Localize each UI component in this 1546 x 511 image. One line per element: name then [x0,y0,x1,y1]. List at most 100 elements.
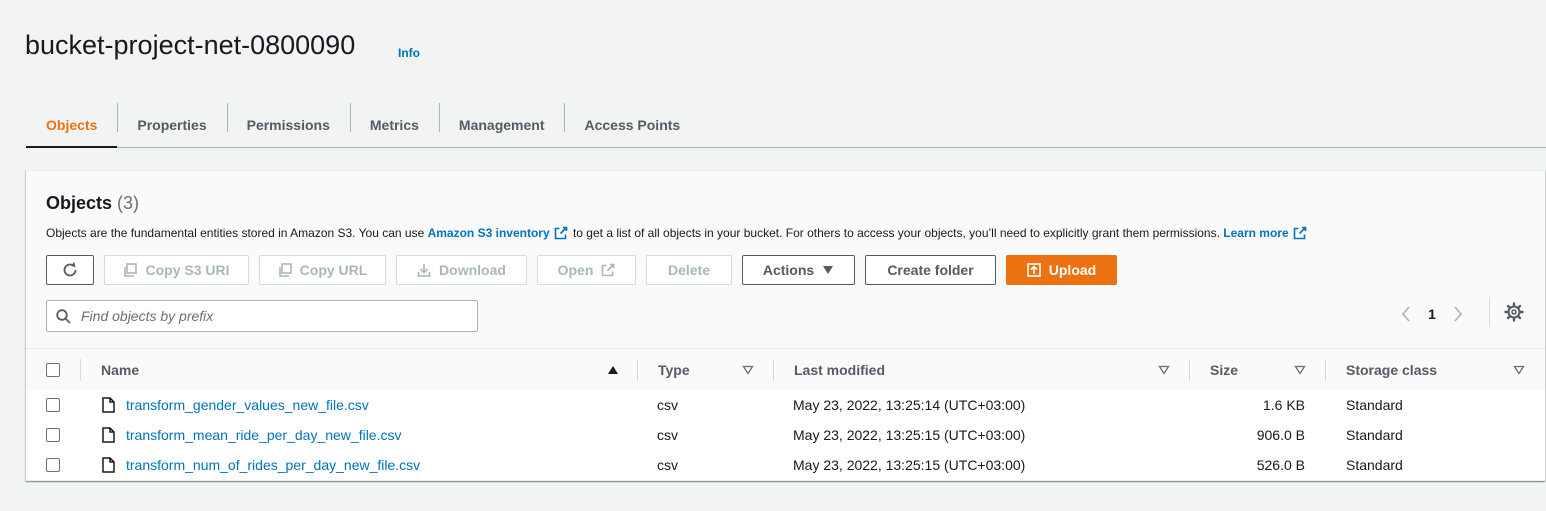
tab-access-points[interactable]: Access Points [564,102,700,147]
tab-permissions[interactable]: Permissions [226,102,350,147]
table-row: transform_mean_ride_per_day_new_file.csv… [26,420,1545,451]
file-icon [102,457,115,473]
info-link[interactable]: Info [398,46,420,60]
object-link[interactable]: transform_num_of_rides_per_day_new_file.… [126,457,420,473]
object-size: 906.0 B [1256,427,1305,443]
table-row: transform_gender_values_new_file.csv csv… [26,390,1545,421]
refresh-icon [63,262,77,277]
column-header-storage-class[interactable]: Storage class [1346,349,1437,391]
upload-button[interactable]: Upload [1006,255,1117,285]
sort-icon[interactable] [1158,365,1170,375]
object-type: csv [657,397,678,413]
column-divider [637,359,638,381]
objects-title-text: Objects [46,193,113,213]
search-input[interactable] [79,307,463,325]
column-header-name[interactable]: Name [101,349,139,391]
upload-label: Upload [1048,262,1097,278]
column-header-type[interactable]: Type [658,349,690,391]
tab-properties[interactable]: Properties [117,102,226,147]
object-name: transform_num_of_rides_per_day_new_file.… [126,450,420,480]
actions-label: Actions [762,262,815,278]
gear-icon [1504,302,1524,322]
tab-management[interactable]: Management [438,102,565,147]
refresh-button[interactable] [46,255,94,285]
object-storage-class: Standard [1346,427,1403,443]
external-link-icon [554,226,567,240]
objects-panel: Objects (3) Objects are the fundamental … [26,170,1545,481]
object-storage-class: Standard [1346,457,1403,473]
tab-objects[interactable]: Objects [26,102,118,148]
sort-icon[interactable] [742,365,754,375]
open-label: Open [557,262,594,278]
objects-count: (3) [117,193,140,213]
copy-url-button[interactable]: Copy URL [259,255,386,285]
object-size: 526.0 B [1256,457,1305,473]
description-text-1: Objects are the fundamental entities sto… [46,226,425,240]
object-type: csv [657,427,678,443]
next-page-button[interactable] [1448,302,1468,326]
download-icon [417,264,431,277]
table-row: transform_num_of_rides_per_day_new_file.… [26,450,1545,481]
objects-description: Objects are the fundamental entities sto… [46,226,1309,240]
learn-more-link[interactable]: Learn more [1223,226,1288,240]
object-size: 1.6 KB [1262,397,1305,413]
row-checkbox[interactable] [46,458,60,472]
row-checkbox[interactable] [46,428,60,442]
column-divider [1189,359,1190,381]
tab-metrics[interactable]: Metrics [349,102,439,147]
object-name: transform_gender_values_new_file.csv [126,390,369,420]
bucket-title: bucket-project-net-0800090 [25,30,356,60]
object-last-modified: May 23, 2022, 13:25:14 (UTC+03:00) [793,397,1026,413]
amazon-s3-inventory-link[interactable]: Amazon S3 inventory [428,226,550,240]
download-label: Download [439,262,506,278]
open-button[interactable]: Open [537,255,636,285]
sort-icon[interactable] [1294,365,1306,375]
sort-icon[interactable] [1513,365,1525,375]
actions-dropdown-button[interactable]: Actions [742,255,855,285]
file-icon [102,427,115,443]
external-link-icon [602,263,615,277]
upload-icon [1026,263,1041,277]
search-icon [56,308,71,324]
download-button[interactable]: Download [396,255,527,285]
table-header: Name Type Last modified Size Storage cla… [26,348,1545,392]
row-checkbox[interactable] [46,398,60,412]
bucket-tabs: Objects Properties Permissions Metrics M… [26,102,1546,148]
previous-page-button[interactable] [1396,302,1416,326]
page-number[interactable]: 1 [1424,306,1440,322]
object-last-modified: May 23, 2022, 13:25:15 (UTC+03:00) [793,457,1026,473]
chevron-left-icon [1401,306,1410,322]
copy-s3-uri-button[interactable]: Copy S3 URI [104,255,249,285]
preferences-button[interactable] [1504,302,1524,327]
copy-url-label: Copy URL [299,262,368,278]
column-divider [773,359,774,381]
objects-panel-title: Objects (3) [46,193,139,214]
caret-down-icon [823,266,834,274]
pager-divider [1489,297,1490,327]
object-last-modified: May 23, 2022, 13:25:15 (UTC+03:00) [793,427,1026,443]
delete-label: Delete [667,262,711,278]
copy-icon [278,263,292,277]
copy-s3-uri-label: Copy S3 URI [145,262,230,278]
external-link-icon [1293,226,1306,240]
object-storage-class: Standard [1346,397,1403,413]
pagination: 1 [1396,302,1468,326]
description-text-2: to get a list of all objects in your buc… [572,226,1220,240]
copy-icon [124,263,138,277]
search-box [46,300,478,332]
select-all-checkbox[interactable] [46,363,60,377]
sort-ascending-icon[interactable] [607,365,619,375]
object-name: transform_mean_ride_per_day_new_file.csv [126,420,401,450]
create-folder-button[interactable]: Create folder [865,255,996,285]
chevron-right-icon [1454,306,1463,322]
column-divider [1325,359,1326,381]
column-header-size[interactable]: Size [1210,349,1238,391]
delete-button[interactable]: Delete [646,255,732,285]
file-icon [102,397,115,413]
object-link[interactable]: transform_gender_values_new_file.csv [126,397,369,413]
column-header-last-modified[interactable]: Last modified [794,349,885,391]
create-folder-label: Create folder [887,262,974,278]
object-type: csv [657,457,678,473]
column-divider [80,359,81,381]
object-link[interactable]: transform_mean_ride_per_day_new_file.csv [126,427,401,443]
